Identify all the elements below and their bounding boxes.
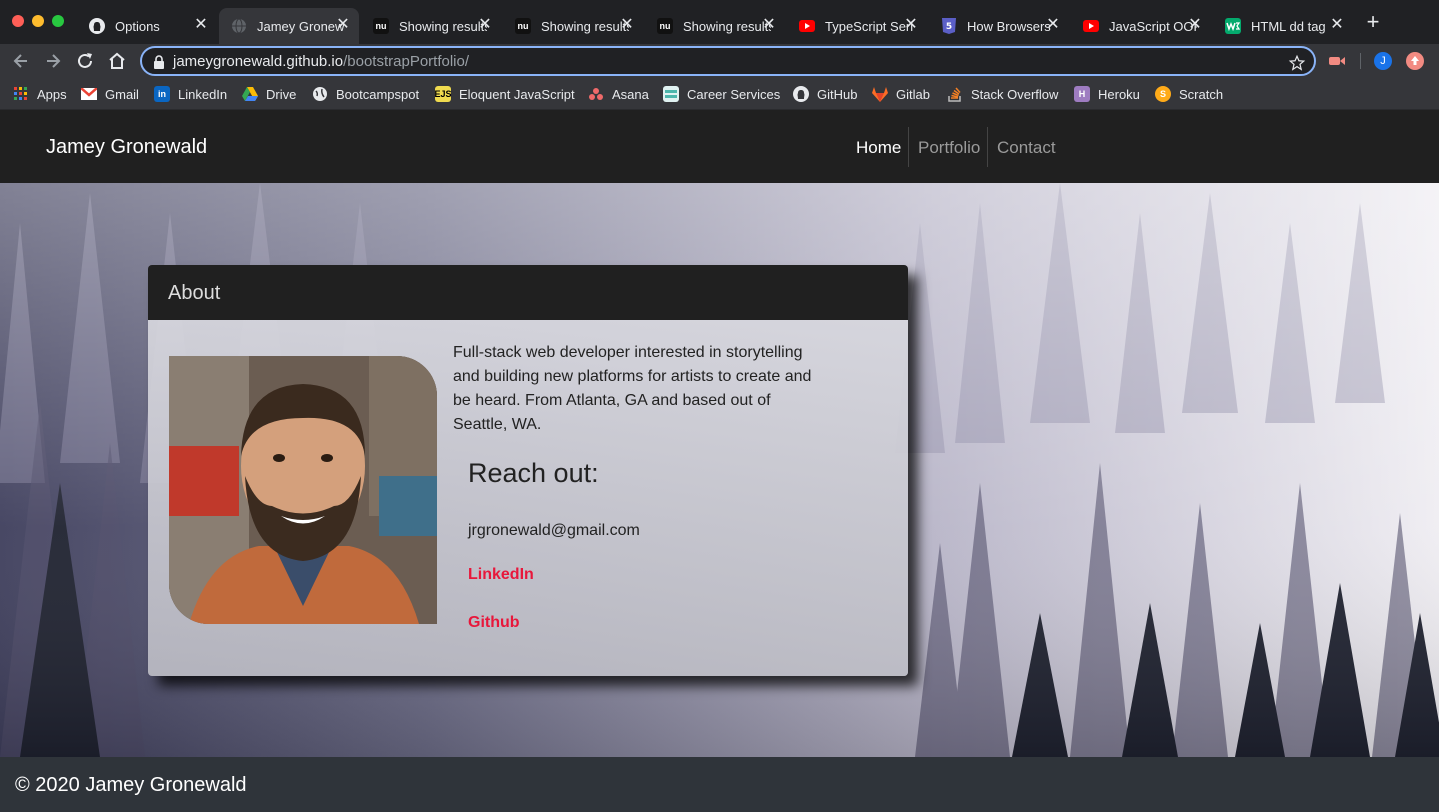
record-extension-icon[interactable] xyxy=(1328,52,1346,70)
browser-tab[interactable]: nu Showing results ✕ xyxy=(503,8,643,44)
nav-link-home[interactable]: Home xyxy=(856,138,901,158)
stackoverflow-icon xyxy=(947,86,963,102)
youtube-icon xyxy=(1083,18,1099,34)
profile-photo xyxy=(169,356,437,624)
about-card-header: About xyxy=(148,265,908,320)
linkedin-link[interactable]: LinkedIn xyxy=(468,566,534,584)
url-text: jameygronewald.github.io/bootstrapPortfo… xyxy=(173,53,470,70)
heroku-icon: H xyxy=(1074,86,1090,102)
forward-button[interactable] xyxy=(41,49,65,73)
github-icon xyxy=(89,18,105,34)
scratch-icon: S xyxy=(1155,86,1171,102)
close-icon[interactable]: ✕ xyxy=(619,17,635,33)
reach-out-heading: Reach out: xyxy=(468,458,599,488)
bookmark-drive[interactable]: Drive xyxy=(242,84,296,104)
close-icon[interactable]: ✕ xyxy=(903,17,919,33)
email-address: jrgronewald@gmail.com xyxy=(468,522,640,539)
bookmark-asana[interactable]: Asana xyxy=(588,84,649,104)
nav-divider xyxy=(908,127,909,167)
html5-icon: 5 xyxy=(941,18,957,34)
svg-text:5: 5 xyxy=(946,22,952,32)
home-button[interactable] xyxy=(105,49,129,73)
window-close-button[interactable] xyxy=(12,15,24,27)
bookmark-apps[interactable]: Apps xyxy=(13,84,67,104)
about-title: About xyxy=(168,282,221,304)
toolbar-divider xyxy=(1360,53,1361,69)
back-button[interactable] xyxy=(9,49,33,73)
drive-icon xyxy=(242,86,258,102)
github-link[interactable]: Github xyxy=(468,614,520,632)
bookmark-scratch[interactable]: S Scratch xyxy=(1155,84,1223,104)
browser-toolbar: jameygronewald.github.io/bootstrapPortfo… xyxy=(0,44,1439,78)
globe-icon xyxy=(312,86,328,102)
close-icon[interactable]: ✕ xyxy=(477,17,493,33)
about-card: About Full-stack web developer intereste… xyxy=(148,265,908,676)
w3-icon xyxy=(1225,18,1241,34)
new-tab-button[interactable]: + xyxy=(1362,11,1384,34)
copyright-text: © 2020 Jamey Gronewald xyxy=(15,774,247,796)
close-icon[interactable]: ✕ xyxy=(1187,17,1203,33)
bio-text: Full-stack web developer interested in s… xyxy=(453,344,812,433)
ejs-icon: EJS xyxy=(435,86,452,102)
nav-link-portfolio[interactable]: Portfolio xyxy=(918,138,980,158)
window-minimize-button[interactable] xyxy=(32,15,44,27)
address-bar[interactable]: jameygronewald.github.io/bootstrapPortfo… xyxy=(140,46,1316,76)
asana-icon xyxy=(588,86,604,102)
browser-tab[interactable]: nu Showing results ✕ xyxy=(361,8,501,44)
update-icon[interactable] xyxy=(1406,52,1424,70)
browser-tab-active[interactable]: Jamey Gronewald ✕ xyxy=(219,8,359,44)
bookmark-eloquent-javascript[interactable]: EJS Eloquent JavaScript xyxy=(435,84,575,104)
linkedin-icon: in xyxy=(154,86,170,102)
close-icon[interactable]: ✕ xyxy=(335,17,351,33)
bookmark-star-icon[interactable] xyxy=(1288,50,1306,77)
nu-icon: nu xyxy=(515,18,531,34)
bookmark-linkedin[interactable]: in LinkedIn xyxy=(154,84,227,104)
browser-tab[interactable]: JavaScript OOP ✕ xyxy=(1071,8,1211,44)
site-navbar: Jamey Gronewald Home Portfolio Contact xyxy=(0,110,1439,183)
bookmarks-bar: Apps Gmail in LinkedIn Drive Bootcampspo… xyxy=(0,78,1439,110)
close-icon[interactable]: ✕ xyxy=(1045,17,1061,33)
youtube-icon xyxy=(799,18,815,34)
close-icon[interactable]: ✕ xyxy=(193,17,209,33)
browser-tab[interactable]: TypeScript Series ✕ xyxy=(787,8,927,44)
bookmark-stack-overflow[interactable]: Stack Overflow xyxy=(947,84,1058,104)
reload-button[interactable] xyxy=(73,49,97,73)
browser-tab-bar: Options ✕ Jamey Gronewald ✕ nu Showing r… xyxy=(0,0,1439,44)
web-page: Jamey Gronewald Home Portfolio Contact A… xyxy=(0,110,1439,812)
globe-icon xyxy=(231,18,247,34)
lock-icon xyxy=(152,54,166,69)
nu-icon: nu xyxy=(373,18,389,34)
nav-divider xyxy=(987,127,988,167)
browser-tab[interactable]: 5 How Browsers Work ✕ xyxy=(929,8,1069,44)
browser-tab[interactable]: Options ✕ xyxy=(77,8,217,44)
site-footer: © 2020 Jamey Gronewald xyxy=(0,757,1439,812)
github-icon xyxy=(793,86,809,102)
bookmark-github[interactable]: GitHub xyxy=(793,84,857,104)
gitlab-icon xyxy=(872,86,888,102)
apps-icon xyxy=(13,86,29,102)
bookmark-heroku[interactable]: H Heroku xyxy=(1074,84,1140,104)
profile-avatar[interactable]: J xyxy=(1374,52,1392,70)
gmail-icon xyxy=(81,86,97,102)
forest-background: About Full-stack web developer intereste… xyxy=(0,183,1439,757)
browser-tab[interactable]: nu Showing results ✕ xyxy=(645,8,785,44)
about-card-body: Full-stack web developer interested in s… xyxy=(148,320,908,676)
browser-tab[interactable]: HTML dd tag ✕ xyxy=(1213,8,1353,44)
bookmark-gmail[interactable]: Gmail xyxy=(81,84,139,104)
bookmark-bootcampspot[interactable]: Bootcampspot xyxy=(312,84,419,104)
nu-icon: nu xyxy=(657,18,673,34)
site-brand-link[interactable]: Jamey Gronewald xyxy=(46,136,207,159)
bookmark-gitlab[interactable]: Gitlab xyxy=(872,84,930,104)
close-icon[interactable]: ✕ xyxy=(761,17,777,33)
nav-link-contact[interactable]: Contact xyxy=(997,138,1056,158)
window-zoom-button[interactable] xyxy=(52,15,64,27)
bookmark-career-services[interactable]: Career Services xyxy=(663,84,780,104)
close-icon[interactable]: ✕ xyxy=(1329,17,1345,33)
career-icon xyxy=(663,86,679,102)
